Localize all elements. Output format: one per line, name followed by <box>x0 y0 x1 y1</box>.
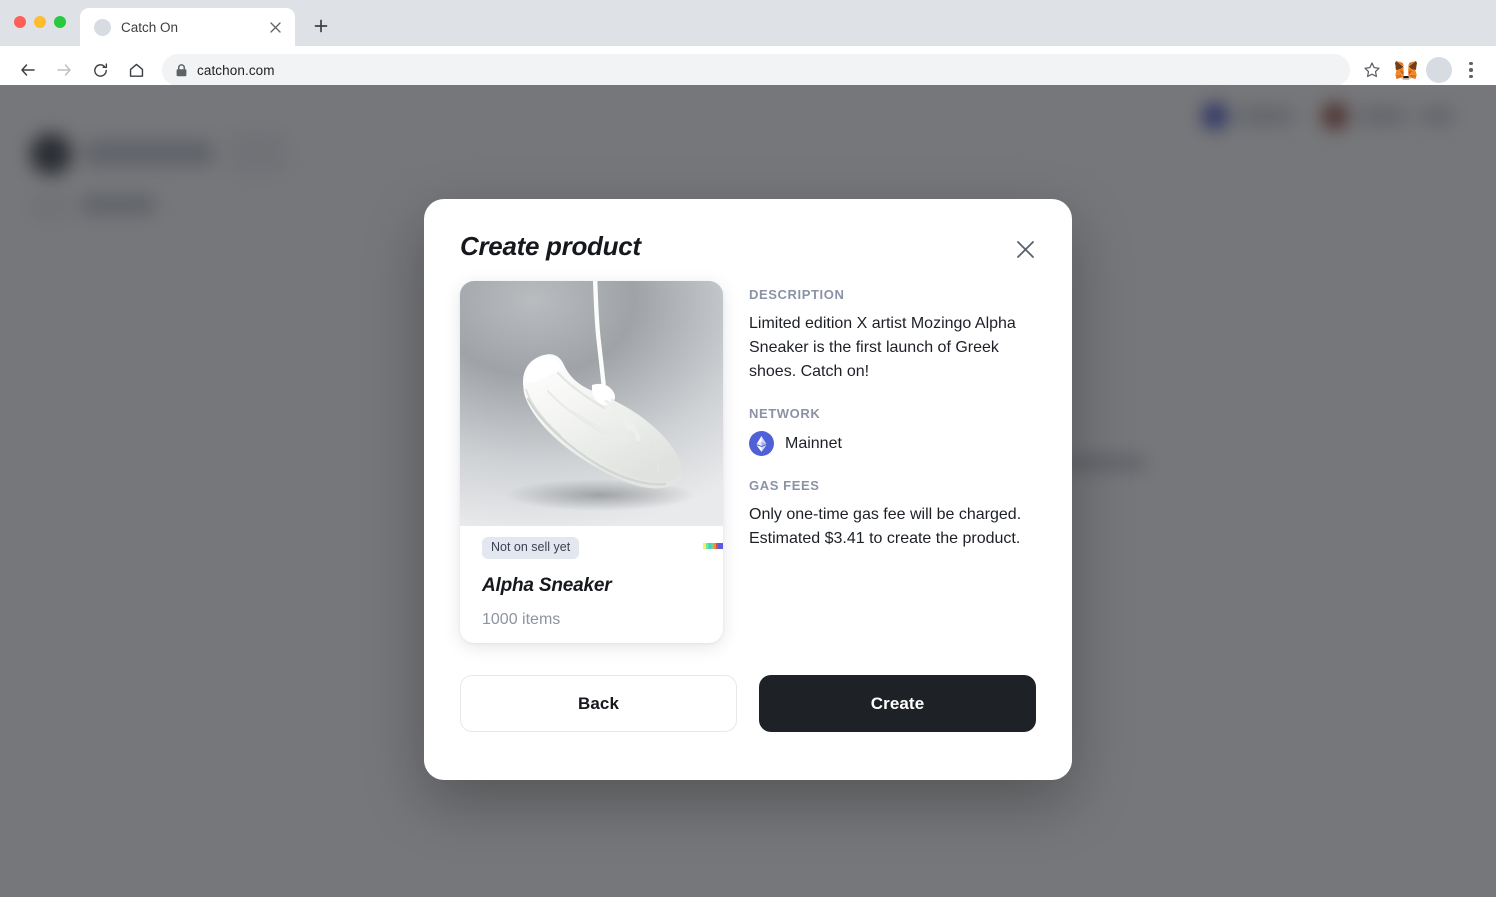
gas-fees-label: GAS FEES <box>749 478 820 493</box>
back-button[interactable]: Back <box>460 675 737 732</box>
description-section: DESCRIPTION Limited edition X artist Moz… <box>749 287 1036 384</box>
modal-header: Create product <box>460 231 1036 264</box>
product-card-meta: Not on sell yet Alpha Sneaker 1000 items <box>460 526 723 629</box>
gas-fees-text: Only one-time gas fee will be charged. E… <box>749 506 1022 547</box>
modal-footer: Back Create <box>460 675 1036 732</box>
new-tab-button[interactable] <box>307 12 335 40</box>
maximize-window-dot[interactable] <box>54 16 66 28</box>
back-button[interactable] <box>12 54 44 86</box>
network-name: Mainnet <box>785 434 842 452</box>
gas-fees-section: GAS FEES Only one-time gas fee will be c… <box>749 478 1036 551</box>
tab-title: Catch On <box>121 19 179 35</box>
tab-strip: Catch On <box>0 0 1496 46</box>
lock-icon <box>176 63 187 77</box>
favicon-icon <box>94 18 111 36</box>
create-product-modal: Create product Not on sell yet Alpha Sne… <box>424 199 1072 780</box>
window-controls <box>14 16 66 28</box>
rainbow-accent-bar-icon <box>703 543 723 549</box>
network-row: Mainnet <box>749 431 1036 456</box>
status-badge: Not on sell yet <box>482 537 580 559</box>
forward-button[interactable] <box>48 54 80 86</box>
address-bar[interactable]: catchon.com <box>162 54 1350 86</box>
tab-close-icon[interactable] <box>265 17 285 37</box>
product-preview-card[interactable]: Not on sell yet Alpha Sneaker 1000 items <box>460 281 723 643</box>
network-label: NETWORK <box>749 406 821 421</box>
network-section: NETWORK Mainnet <box>749 406 1036 456</box>
url-text: catchon.com <box>197 62 275 78</box>
home-button[interactable] <box>120 54 152 86</box>
toolbar-actions <box>1358 56 1484 84</box>
create-button[interactable]: Create <box>759 675 1036 732</box>
three-dot-menu-icon[interactable] <box>1458 57 1484 83</box>
modal-title: Create product <box>460 231 641 261</box>
browser-tab[interactable]: Catch On <box>80 8 295 46</box>
profile-avatar-icon[interactable] <box>1426 57 1452 83</box>
sneaker-illustration-icon <box>460 281 723 526</box>
modal-body: Not on sell yet Alpha Sneaker 1000 items… <box>460 281 1036 643</box>
description-text: Limited edition X artist Mozingo Alpha S… <box>749 315 1016 380</box>
product-details: DESCRIPTION Limited edition X artist Moz… <box>749 281 1036 643</box>
minimize-window-dot[interactable] <box>34 16 46 28</box>
star-icon[interactable] <box>1358 56 1386 84</box>
description-label: DESCRIPTION <box>749 287 845 302</box>
browser-window: Catch On catchon.com Create product Not … <box>0 0 1496 897</box>
page-viewport: Create product Not on sell yet Alpha Sne… <box>0 85 1496 897</box>
product-image <box>460 281 723 526</box>
metamask-fox-icon[interactable] <box>1392 56 1420 84</box>
close-window-dot[interactable] <box>14 16 26 28</box>
modal-close-icon[interactable] <box>1010 234 1040 264</box>
reload-button[interactable] <box>84 54 116 86</box>
product-name: Alpha Sneaker <box>482 574 612 596</box>
ethereum-icon <box>749 431 774 456</box>
product-item-count: 1000 items <box>482 610 561 628</box>
